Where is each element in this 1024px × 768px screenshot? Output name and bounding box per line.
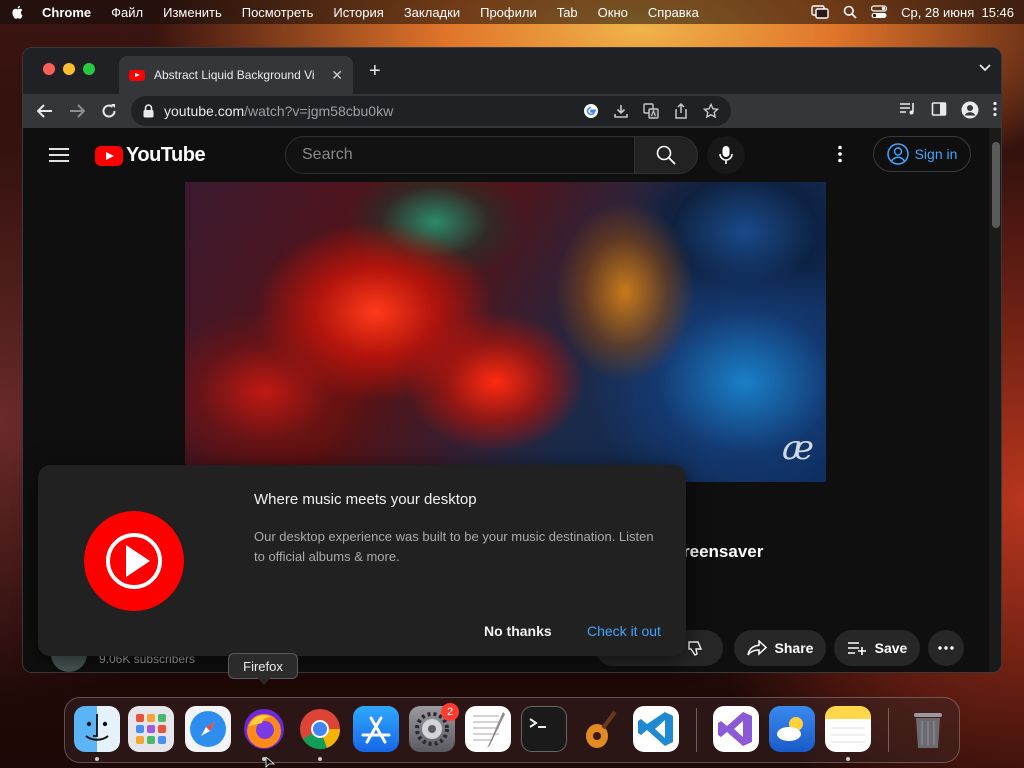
trash-icon[interactable] xyxy=(905,706,951,752)
youtube-music-promo-dialog: Where music meets your desktop Our deskt… xyxy=(38,465,686,656)
minimize-window-button[interactable] xyxy=(63,63,75,75)
menu-bookmarks[interactable]: Закладки xyxy=(404,5,460,20)
dock-tooltip: Firefox xyxy=(228,653,298,685)
notes-icon[interactable] xyxy=(825,706,871,752)
tab-search-chevron-icon[interactable] xyxy=(979,64,991,72)
menu-profiles[interactable]: Профили xyxy=(480,5,537,20)
share-button[interactable]: Share xyxy=(734,630,826,666)
toolbar-right-actions xyxy=(899,101,997,119)
media-controls-icon[interactable] xyxy=(899,101,917,117)
spotlight-search-icon[interactable] xyxy=(843,5,857,19)
textedit-icon[interactable] xyxy=(465,706,511,752)
promo-title: Where music meets your desktop xyxy=(254,491,477,508)
menu-bar-status: Ср, 28 июня 15:46 xyxy=(811,5,1014,20)
search-icon xyxy=(656,145,676,165)
chrome-icon[interactable] xyxy=(297,706,343,752)
thumbs-down-icon xyxy=(688,641,703,656)
system-settings-badge: 2 xyxy=(441,703,459,721)
maximize-window-button[interactable] xyxy=(83,63,95,75)
sign-in-label: Sign in xyxy=(914,146,958,162)
add-to-playlist-icon xyxy=(847,642,866,655)
youtube-play-logo-icon xyxy=(95,145,123,166)
tab-title: Abstract Liquid Background Vi xyxy=(154,68,315,82)
menu-app-name[interactable]: Chrome xyxy=(42,5,91,20)
channel-watermark: æ xyxy=(782,428,814,468)
browser-toolbar: youtube.com/watch?v=jgm58cbu0kw xyxy=(23,94,1001,128)
url-host: youtube.com xyxy=(164,103,245,119)
share-label: Share xyxy=(774,640,814,656)
scrollbar-thumb[interactable] xyxy=(992,142,1000,228)
browser-tab-active[interactable]: Abstract Liquid Background Vi ✕ xyxy=(119,56,353,94)
share-page-icon[interactable] xyxy=(673,103,689,119)
menu-view[interactable]: Посмотреть xyxy=(242,5,314,20)
search-button[interactable] xyxy=(634,136,698,174)
translate-icon[interactable] xyxy=(643,103,659,119)
safari-icon[interactable] xyxy=(185,706,231,752)
finder-icon[interactable] xyxy=(74,706,120,752)
youtube-music-logo-icon xyxy=(84,511,184,611)
garageband-icon[interactable] xyxy=(577,706,623,752)
save-label: Save xyxy=(874,640,908,656)
youtube-favicon-icon xyxy=(129,69,145,81)
chrome-menu-icon[interactable] xyxy=(993,101,997,117)
account-circle-icon xyxy=(886,143,909,165)
side-panel-icon[interactable] xyxy=(931,101,947,117)
bookmark-star-icon[interactable] xyxy=(703,103,719,119)
save-button[interactable]: Save xyxy=(834,630,920,666)
search-input[interactable]: Search xyxy=(285,136,635,174)
youtube-logo-text: YouTube xyxy=(126,144,206,166)
youtube-logo[interactable]: YouTube xyxy=(95,144,206,167)
mouse-pointer-icon xyxy=(265,757,275,768)
menu-bar-clock[interactable]: Ср, 28 июня 15:46 xyxy=(901,5,1014,20)
menu-help[interactable]: Справка xyxy=(648,5,699,20)
app-store-icon[interactable] xyxy=(353,706,399,752)
more-horizontal-icon xyxy=(938,646,954,650)
address-bar-actions xyxy=(583,103,731,119)
check-it-out-button[interactable]: Check it out xyxy=(587,623,661,639)
vscode-icon[interactable] xyxy=(633,706,679,752)
tab-strip: Abstract Liquid Background Vi ✕ + xyxy=(23,48,1001,94)
weather-icon[interactable] xyxy=(769,706,815,752)
control-center-icon[interactable] xyxy=(871,5,888,19)
site-info-lock-icon[interactable] xyxy=(143,104,154,118)
menu-file[interactable]: Файл xyxy=(111,5,143,20)
more-actions-button[interactable] xyxy=(928,630,964,666)
new-tab-icon[interactable]: + xyxy=(369,60,381,83)
share-arrow-icon xyxy=(746,640,767,656)
promo-body: Our desktop experience was built to be y… xyxy=(254,529,654,564)
install-app-icon[interactable] xyxy=(613,103,629,119)
hamburger-menu-icon[interactable] xyxy=(49,148,69,162)
microphone-icon xyxy=(719,146,733,164)
reload-icon[interactable] xyxy=(93,103,125,119)
terminal-icon[interactable] xyxy=(521,706,567,752)
menu-edit[interactable]: Изменить xyxy=(163,5,222,20)
no-thanks-button[interactable]: No thanks xyxy=(484,623,552,639)
menu-history[interactable]: История xyxy=(333,5,383,20)
video-title: reensaver xyxy=(683,542,764,561)
sign-in-button[interactable]: Sign in xyxy=(873,136,971,172)
google-lens-icon[interactable] xyxy=(583,103,599,119)
profile-avatar-icon[interactable] xyxy=(961,101,979,119)
url-path: /watch?v=jgm58cbu0kw xyxy=(244,103,394,119)
settings-kebab-icon[interactable] xyxy=(838,145,842,163)
voice-search-button[interactable] xyxy=(707,136,745,174)
page-scrollbar[interactable] xyxy=(989,128,1001,672)
forward-icon[interactable] xyxy=(61,104,93,118)
video-player[interactable]: æ xyxy=(185,182,826,482)
dock xyxy=(64,697,960,763)
menu-window[interactable]: Окно xyxy=(598,5,628,20)
visual-studio-icon[interactable] xyxy=(713,706,759,752)
menu-tab[interactable]: Tab xyxy=(557,5,578,20)
launchpad-icon[interactable] xyxy=(128,706,174,752)
firefox-icon[interactable] xyxy=(241,706,287,752)
menu-bar: Chrome Файл Изменить Посмотреть История … xyxy=(0,0,1024,24)
address-bar[interactable]: youtube.com/watch?v=jgm58cbu0kw xyxy=(131,96,731,126)
screen-mirroring-icon[interactable] xyxy=(811,5,829,19)
close-window-button[interactable] xyxy=(43,63,55,75)
tab-close-icon[interactable]: ✕ xyxy=(331,67,343,84)
back-icon[interactable] xyxy=(29,104,61,118)
apple-icon[interactable] xyxy=(10,4,26,20)
